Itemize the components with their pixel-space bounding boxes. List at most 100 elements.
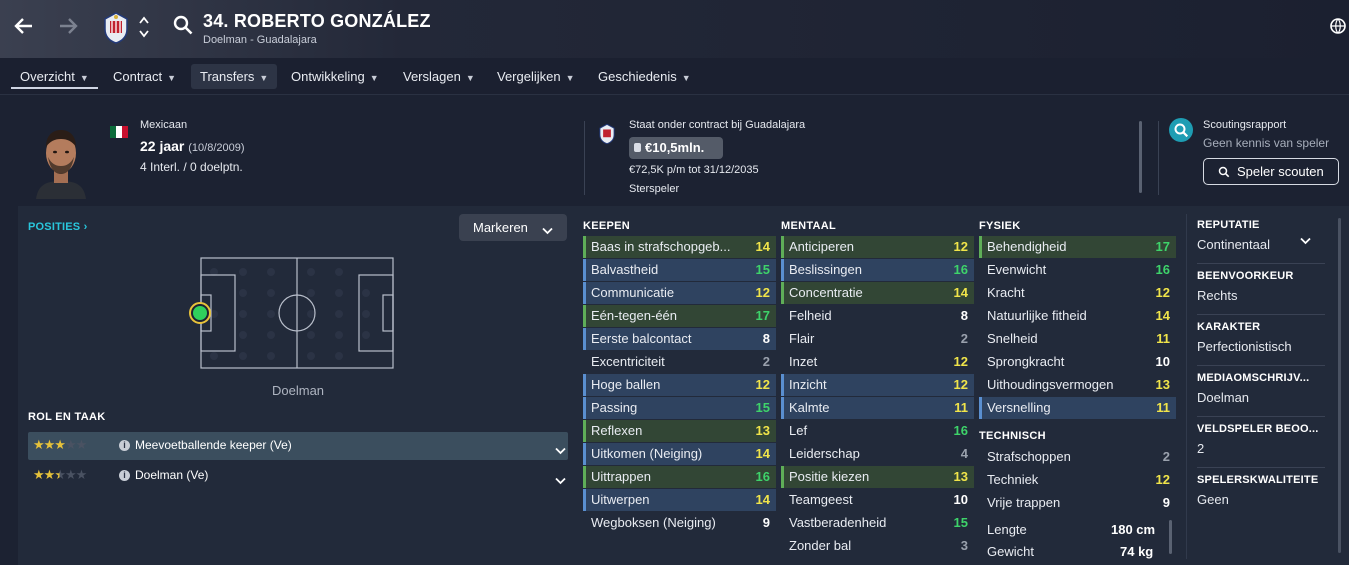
attribute-row[interactable]: Inzicht 12 — [781, 374, 974, 396]
attribute-value: 17 — [755, 308, 770, 323]
tab-overzicht[interactable]: Overzicht ▼ — [11, 64, 98, 89]
attribute-value: 12 — [953, 239, 968, 254]
attribute-row[interactable]: Uitwerpen 14 — [583, 489, 776, 511]
attribute-value: 11 — [1156, 400, 1170, 415]
attribute-row[interactable]: Vastberadenheid 15 — [781, 512, 974, 534]
attribute-row[interactable]: Teamgeest 10 — [781, 489, 974, 511]
back-arrow-icon[interactable] — [12, 14, 36, 38]
positions-label: POSITIES — [28, 221, 81, 233]
attribute-value: 14 — [953, 285, 968, 300]
scrollbar[interactable] — [1338, 218, 1341, 553]
attribute-row[interactable]: Excentriciteit 2 — [583, 351, 776, 373]
page-title: 34. ROBERTO GONZÁLEZ — [203, 11, 431, 31]
attribute-row[interactable]: Lef 16 — [781, 420, 974, 442]
club-crest-icon[interactable] — [102, 11, 130, 45]
role-row[interactable]: ★★★★★ i Meevoetballende keeper (Ve) — [28, 432, 568, 460]
attribute-row[interactable]: Eén-tegen-één 17 — [583, 305, 776, 327]
attribute-row[interactable]: Eerste balcontact 8 — [583, 328, 776, 350]
attribute-value: 12 — [953, 377, 968, 392]
attribute-row[interactable]: Leiderschap 4 — [781, 443, 974, 465]
attribute-row[interactable]: Positie kiezen 13 — [781, 466, 974, 488]
tab-label: Geschiedenis — [598, 69, 677, 84]
attribute-row[interactable]: Balvastheid 15 — [583, 259, 776, 281]
forward-arrow-icon[interactable] — [56, 14, 80, 38]
attribute-row[interactable]: Versnelling 11 — [979, 397, 1176, 419]
half-star-icon: ★ — [54, 467, 66, 482]
pitch-diagram[interactable] — [186, 255, 396, 373]
tab-transfers[interactable]: Transfers ▼ — [191, 64, 278, 89]
attribute-row[interactable]: Concentratie 14 — [781, 282, 974, 304]
attribute-row[interactable]: Vrije trappen 9 — [979, 492, 1176, 514]
attribute-row[interactable]: Wegboksen (Neiging) 9 — [583, 512, 776, 534]
attribute-row[interactable]: Beslissingen 16 — [781, 259, 974, 281]
attribute-value: 11 — [954, 400, 968, 415]
attribute-value: 8 — [762, 331, 770, 346]
info-icon[interactable]: i — [119, 440, 130, 451]
attribute-value: 11 — [1156, 331, 1170, 346]
attribute-row[interactable]: Hoge ballen 12 — [583, 374, 776, 396]
avatar — [32, 123, 90, 199]
attribute-row[interactable]: Zonder bal 3 — [781, 535, 974, 557]
markeren-dropdown[interactable]: Markeren — [459, 214, 567, 241]
attribute-value: 14 — [755, 239, 770, 254]
attribute-name: Balvastheid — [591, 262, 659, 277]
attribute-row[interactable]: Kracht 12 — [979, 282, 1176, 304]
attribute-value: 15 — [953, 515, 968, 530]
attribute-row[interactable]: Flair 2 — [781, 328, 974, 350]
attribute-value: 9 — [1162, 495, 1170, 510]
chevron-down-icon[interactable] — [1300, 232, 1311, 250]
divider — [1186, 214, 1187, 559]
attribute-row[interactable]: Kalmte 11 — [781, 397, 974, 419]
scrollbar[interactable] — [1169, 520, 1172, 554]
attribute-row[interactable]: Anticiperen 12 — [781, 236, 974, 258]
tab-contract[interactable]: Contract ▼ — [104, 64, 185, 89]
attribute-row[interactable]: Uitkomen (Neiging) 14 — [583, 443, 776, 465]
attribute-name: Zonder bal — [789, 538, 852, 553]
tab-verslagen[interactable]: Verslagen ▼ — [394, 64, 484, 89]
globe-icon[interactable] — [1329, 17, 1347, 35]
chevron-down-icon: ▼ — [167, 73, 177, 83]
tab-ontwikkeling[interactable]: Ontwikkeling ▼ — [282, 64, 388, 89]
age-value: 22 jaar — [140, 138, 185, 154]
positions-header[interactable]: POSITIES › — [28, 221, 87, 233]
switch-player-icon[interactable] — [137, 13, 151, 41]
attribute-row[interactable]: Baas in strafschopgeb... 14 — [583, 236, 776, 258]
attribute-row[interactable]: Felheid 8 — [781, 305, 974, 327]
attribute-row[interactable]: Uithoudingsvermogen 13 — [979, 374, 1176, 396]
attribute-row[interactable]: Sprongkracht 10 — [979, 351, 1176, 373]
tab-vergelijken[interactable]: Vergelijken ▼ — [488, 64, 584, 89]
role-row[interactable]: ★★★★★ i Doelman (Ve) — [28, 462, 568, 490]
attribute-name: Passing — [591, 400, 638, 415]
tab-geschiedenis[interactable]: Geschiedenis ▼ — [589, 64, 700, 89]
scrollbar[interactable] — [1139, 121, 1142, 193]
scout-player-button[interactable]: Speler scouten — [1203, 158, 1339, 185]
attribute-row[interactable]: Inzet 12 — [781, 351, 974, 373]
attribute-row[interactable]: Uittrappen 16 — [583, 466, 776, 488]
attribute-row[interactable]: Strafschoppen 2 — [979, 446, 1176, 468]
attribute-row[interactable]: Communicatie 12 — [583, 282, 776, 304]
nationality: Mexicaan — [140, 119, 188, 131]
search-icon[interactable] — [172, 14, 194, 36]
attribute-name: Teamgeest — [789, 492, 853, 507]
chevron-down-icon[interactable] — [555, 442, 566, 460]
attribute-row[interactable]: Snelheid 11 — [979, 328, 1176, 350]
attribute-row[interactable]: Techniek 12 — [979, 469, 1176, 491]
attribute-row[interactable]: Reflexen 13 — [583, 420, 776, 442]
attribute-name: Behendigheid — [987, 239, 1067, 254]
attribute-value: 8 — [960, 308, 968, 323]
age: 22 jaar (10/8/2009) — [140, 138, 245, 154]
attribute-value: 10 — [953, 492, 968, 507]
attribute-value: 13 — [1155, 377, 1170, 392]
attribute-value: 12 — [755, 285, 770, 300]
attribute-value: 2 — [960, 331, 968, 346]
attribute-name: Vrije trappen — [987, 495, 1061, 510]
attribute-row[interactable]: Behendigheid 17 — [979, 236, 1176, 258]
attribute-row[interactable]: Natuurlijke fitheid 14 — [979, 305, 1176, 327]
chevron-down-icon[interactable] — [555, 472, 566, 490]
scout-search-icon[interactable] — [1169, 118, 1193, 142]
info-icon[interactable]: i — [119, 470, 130, 481]
sidebar-heading: SPELERSKWALITEITE — [1197, 474, 1319, 486]
attribute-value: 14 — [755, 446, 770, 461]
attribute-row[interactable]: Evenwicht 16 — [979, 259, 1176, 281]
attribute-row[interactable]: Passing 15 — [583, 397, 776, 419]
